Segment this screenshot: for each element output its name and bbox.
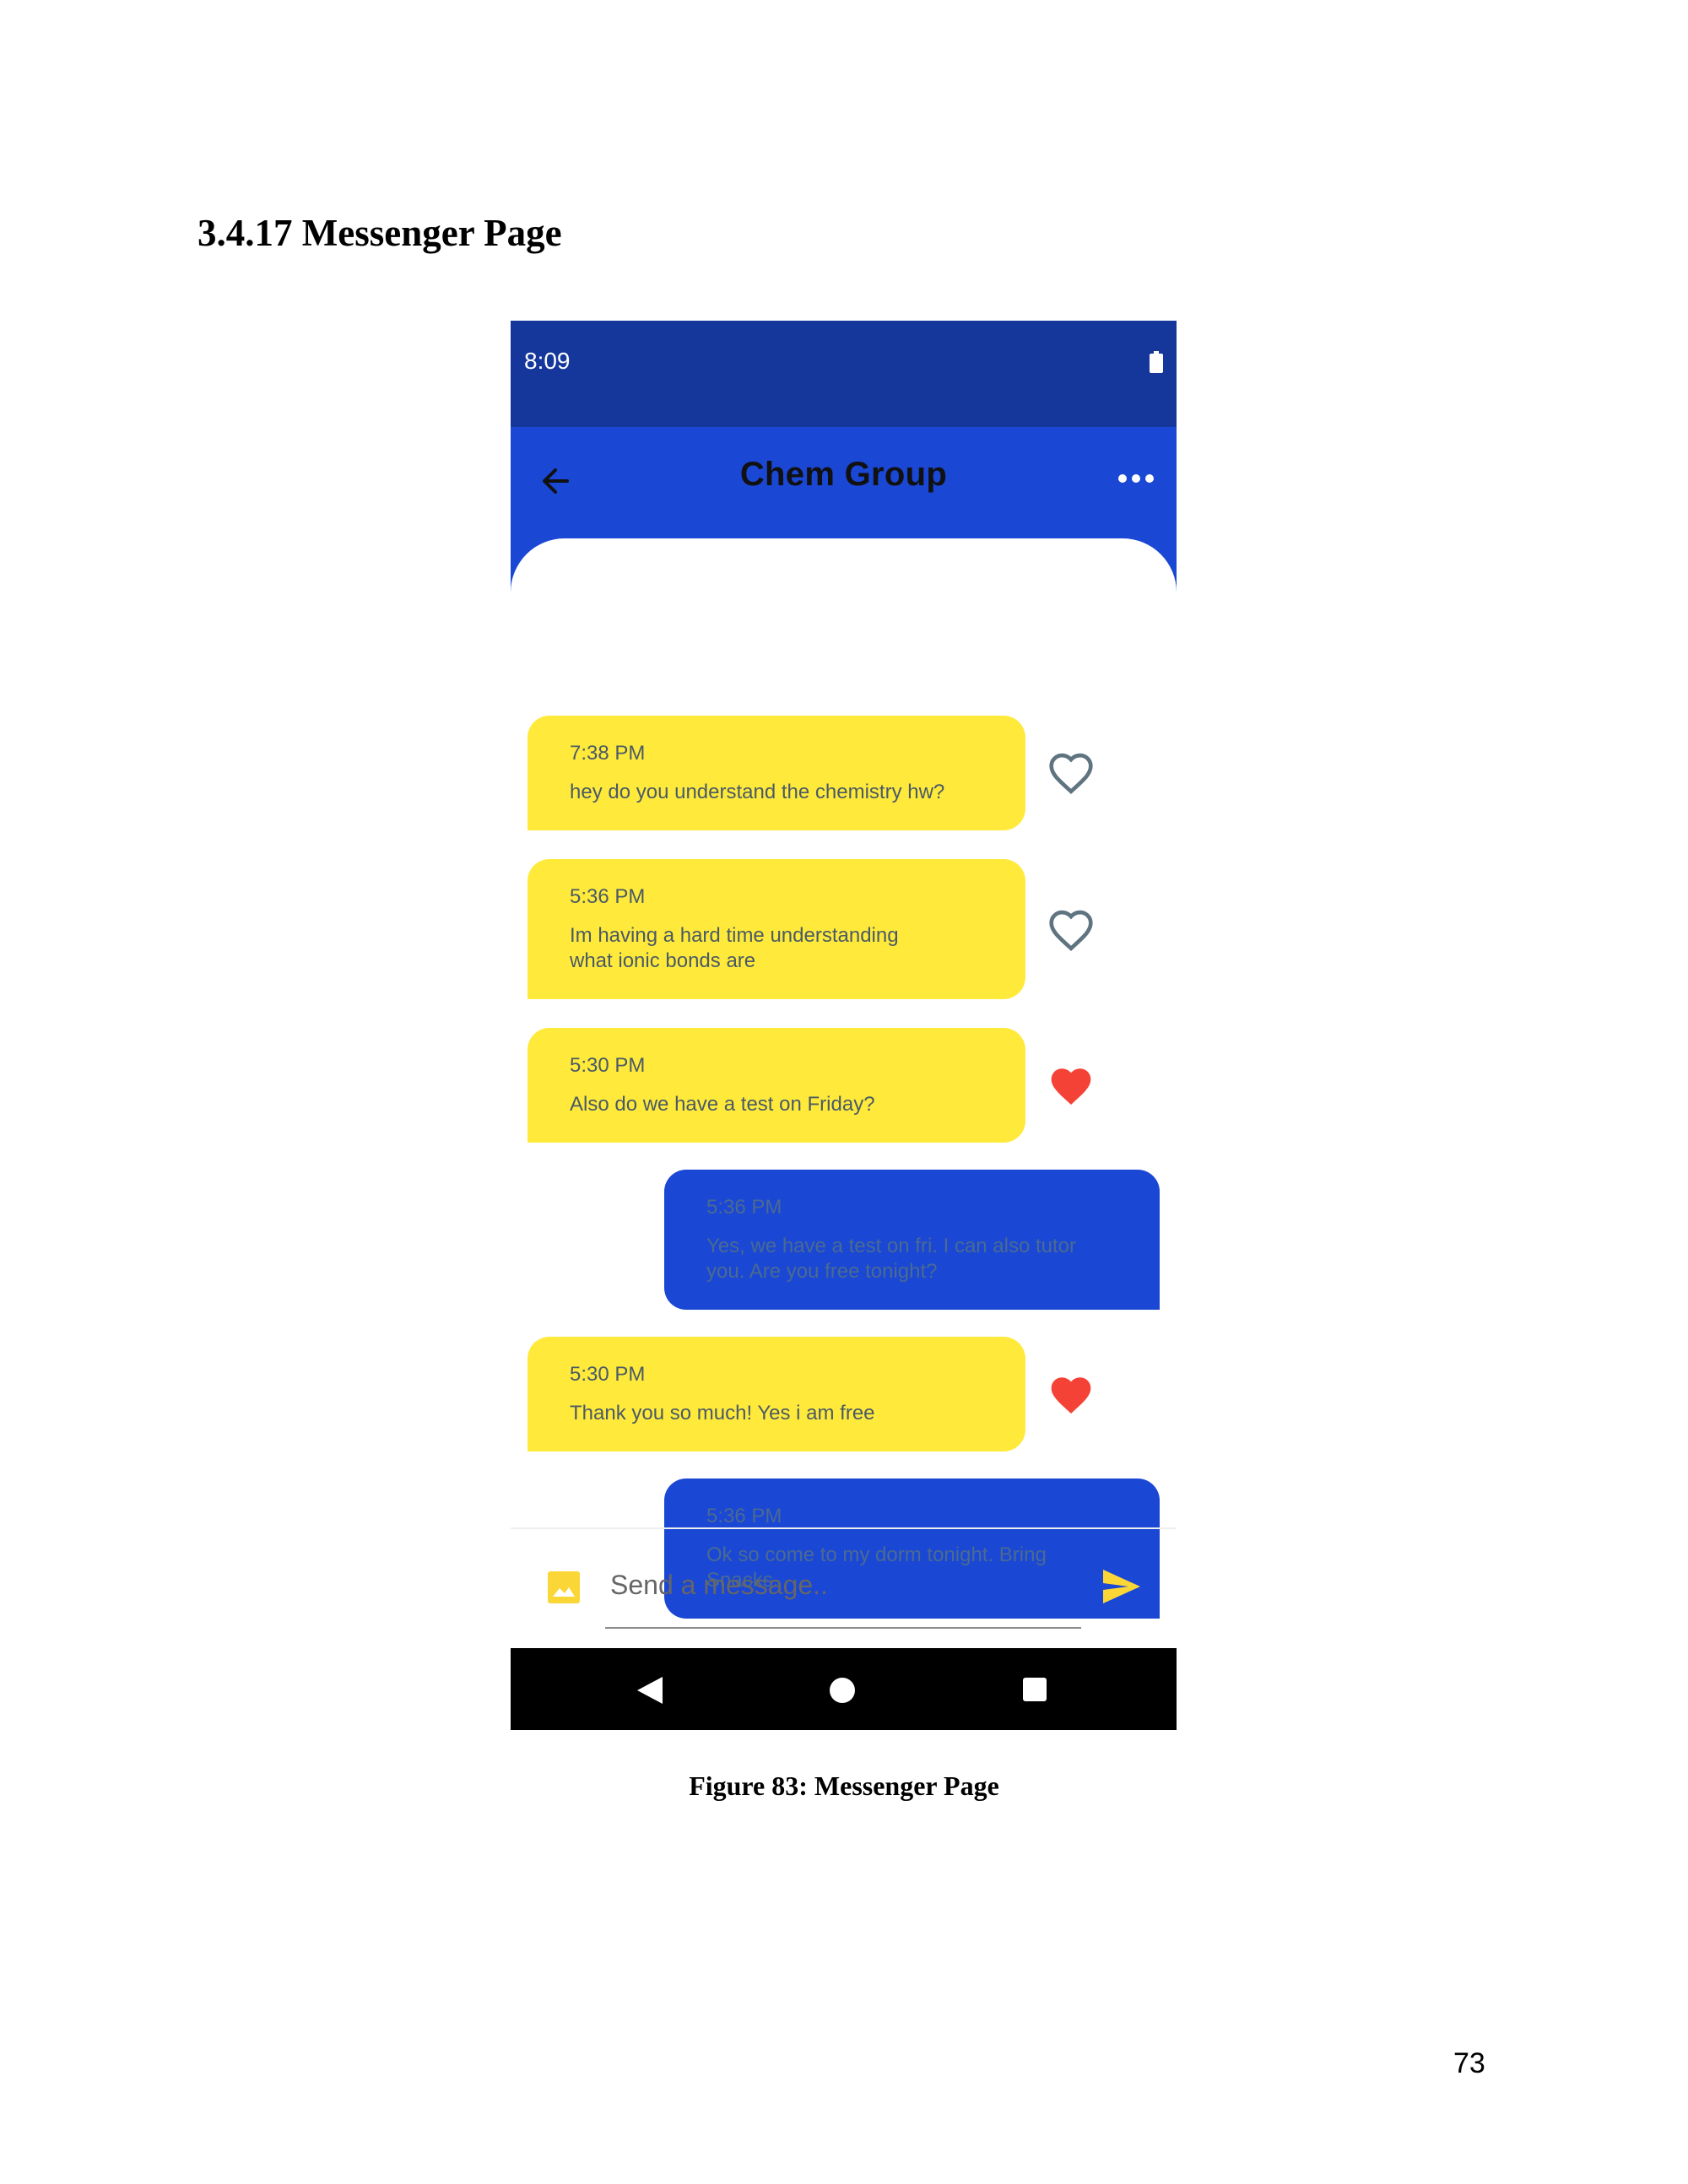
message-text: Also do we have a test on Friday? <box>570 1093 875 1116</box>
message-text: Thank you so much! Yes i am free <box>570 1402 875 1424</box>
message-time: 5:30 PM <box>570 1054 646 1077</box>
figure-caption: Figure 83: Messenger Page <box>689 1770 999 1801</box>
heart-filled-icon[interactable] <box>1047 1063 1095 1111</box>
message-text: Yes, we have a test on fri. I can also t… <box>706 1235 1077 1283</box>
square-recents-icon[interactable] <box>1022 1677 1047 1702</box>
message-bubble-incoming[interactable]: 5:30 PM Also do we have a test on Friday… <box>528 1028 1025 1143</box>
section-heading: 3.4.17 Messenger Page <box>197 212 562 254</box>
phone-screenshot: 8:09 Chem Group 7:38 PM hey do you under… <box>511 321 1177 1730</box>
message-bubble-incoming[interactable]: 5:36 PM Im having a hard time understand… <box>528 859 1025 999</box>
page-number: 73 <box>1453 2047 1485 2079</box>
message-text: hey do you understand the chemistry hw? <box>570 781 945 803</box>
heart-outline-icon[interactable] <box>1047 751 1095 798</box>
message-input-underline <box>605 1627 1081 1629</box>
message-time: 5:30 PM <box>570 1363 646 1386</box>
message-input[interactable] <box>605 1561 1078 1608</box>
message-list[interactable]: 7:38 PM hey do you understand the chemis… <box>511 538 1177 1619</box>
status-bar: 8:09 <box>511 321 1177 427</box>
message-bubble-incoming[interactable]: 7:38 PM hey do you understand the chemis… <box>528 716 1025 830</box>
message-text: Im having a hard time understanding what… <box>570 924 899 972</box>
image-icon[interactable] <box>546 1570 582 1605</box>
heart-filled-icon[interactable] <box>1047 1372 1095 1419</box>
circle-home-icon[interactable] <box>829 1677 856 1704</box>
message-bubble-incoming[interactable]: 5:30 PM Thank you so much! Yes i am free <box>528 1337 1025 1451</box>
message-bubble-outgoing[interactable]: 5:36 PM Yes, we have a test on fri. I ca… <box>664 1170 1160 1310</box>
message-time: 5:36 PM <box>706 1196 782 1219</box>
message-time: 5:36 PM <box>570 885 646 908</box>
heart-outline-icon[interactable] <box>1047 908 1095 955</box>
send-icon[interactable] <box>1101 1568 1142 1605</box>
status-time: 8:09 <box>524 348 571 374</box>
battery-full-icon <box>1150 351 1163 373</box>
system-nav-bar <box>511 1648 1177 1730</box>
message-time: 5:36 PM <box>706 1505 782 1527</box>
conversation-title: Chem Group <box>739 456 948 493</box>
composer-divider <box>511 1527 1177 1529</box>
triangle-back-icon[interactable] <box>636 1675 664 1706</box>
message-time: 7:38 PM <box>570 742 646 765</box>
more-horizontal-icon[interactable] <box>1117 471 1155 486</box>
